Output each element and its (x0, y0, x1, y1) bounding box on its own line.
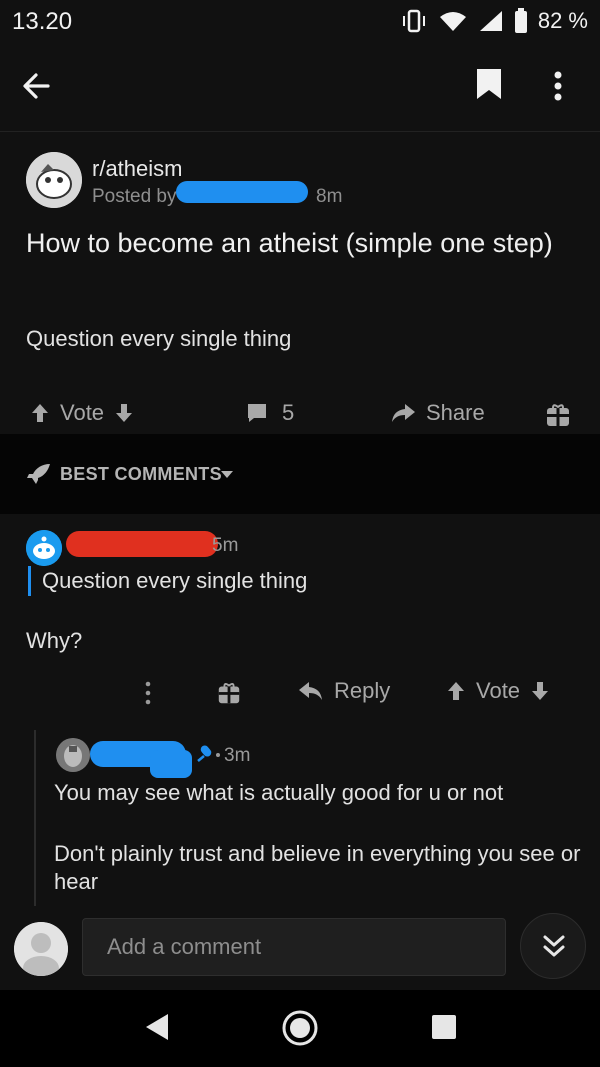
reply-icon (298, 680, 324, 702)
share-label: Share (426, 400, 485, 425)
jump-to-next-button[interactable] (520, 913, 586, 979)
reply-label: Reply (334, 678, 391, 703)
nav-recents-button[interactable] (430, 1013, 458, 1041)
reply-button[interactable]: Reply (298, 678, 390, 704)
vote-label: Vote (476, 678, 521, 703)
arrow-left-icon (18, 66, 74, 106)
comment-quote: Question every single thing (42, 568, 308, 593)
comment-avatar[interactable] (26, 530, 62, 566)
back-button[interactable] (18, 66, 74, 110)
comment-more-button[interactable] (140, 680, 156, 706)
posted-by-label: Posted by (92, 186, 177, 207)
award-button[interactable] (544, 401, 572, 429)
gift-icon (544, 401, 572, 429)
rocket-icon (26, 462, 52, 486)
comment-body: You may see what is actually good for u … (54, 780, 504, 805)
gift-icon (216, 680, 242, 706)
comment-age: 5m (212, 535, 239, 556)
sort-label[interactable]: BEST COMMENTS (60, 464, 222, 485)
add-comment-input[interactable] (82, 918, 506, 976)
comment-body: Why? (26, 628, 83, 653)
arrow-up-icon[interactable] (30, 402, 50, 424)
post-vote-group: Vote (30, 400, 134, 426)
comment-age: 3m (224, 745, 251, 766)
comments-button[interactable]: 5 (246, 400, 294, 426)
nav-home-button[interactable] (280, 1008, 320, 1048)
post-body: Question every single thing (26, 326, 292, 351)
more-vertical-icon (140, 680, 156, 706)
comment-count: 5 (282, 400, 295, 425)
thread-line[interactable] (34, 730, 36, 910)
more-options-button[interactable] (548, 66, 578, 110)
subreddit-avatar[interactable] (26, 152, 82, 208)
post-age: 8m (316, 186, 343, 207)
more-vertical-icon (548, 66, 578, 106)
double-chevron-down-icon (542, 934, 566, 960)
vote-label: Vote (60, 400, 105, 425)
microphone-icon (194, 743, 222, 765)
user-avatar[interactable] (14, 922, 68, 976)
bookmark-button[interactable] (474, 66, 514, 110)
subreddit-name[interactable]: r/atheism (92, 156, 182, 182)
arrow-up-icon[interactable] (446, 680, 466, 702)
triangle-back-icon (140, 1010, 174, 1044)
circle-home-icon (280, 1008, 320, 1048)
vibrate-icon (400, 9, 428, 33)
comment-body: Don't plainly trust and believe in every… (54, 841, 581, 894)
share-button[interactable]: Share (390, 400, 485, 426)
comment-award-button[interactable] (216, 680, 242, 706)
chevron-down-icon[interactable] (220, 470, 234, 480)
battery-percent: 82 % (537, 8, 588, 33)
redaction-mark (66, 531, 218, 557)
share-icon (390, 402, 416, 424)
arrow-down-icon[interactable] (530, 680, 550, 702)
comment-icon (246, 402, 268, 424)
reply-avatar[interactable] (56, 738, 90, 772)
status-time: 13.20 (12, 8, 73, 35)
nav-back-button[interactable] (140, 1010, 174, 1044)
post-title: How to become an atheist (simple one ste… (26, 228, 553, 258)
arrow-down-icon[interactable] (114, 402, 134, 424)
wifi-icon (438, 9, 468, 33)
status-icons: 82 % (400, 8, 588, 34)
signal-icon (478, 9, 504, 33)
quote-bar (28, 566, 31, 596)
battery-icon (514, 8, 528, 34)
redaction-mark (150, 750, 192, 778)
square-recents-icon (430, 1013, 458, 1041)
redaction-mark (176, 181, 308, 203)
bookmark-icon (474, 66, 514, 102)
comment-vote-group: Vote (446, 678, 550, 704)
